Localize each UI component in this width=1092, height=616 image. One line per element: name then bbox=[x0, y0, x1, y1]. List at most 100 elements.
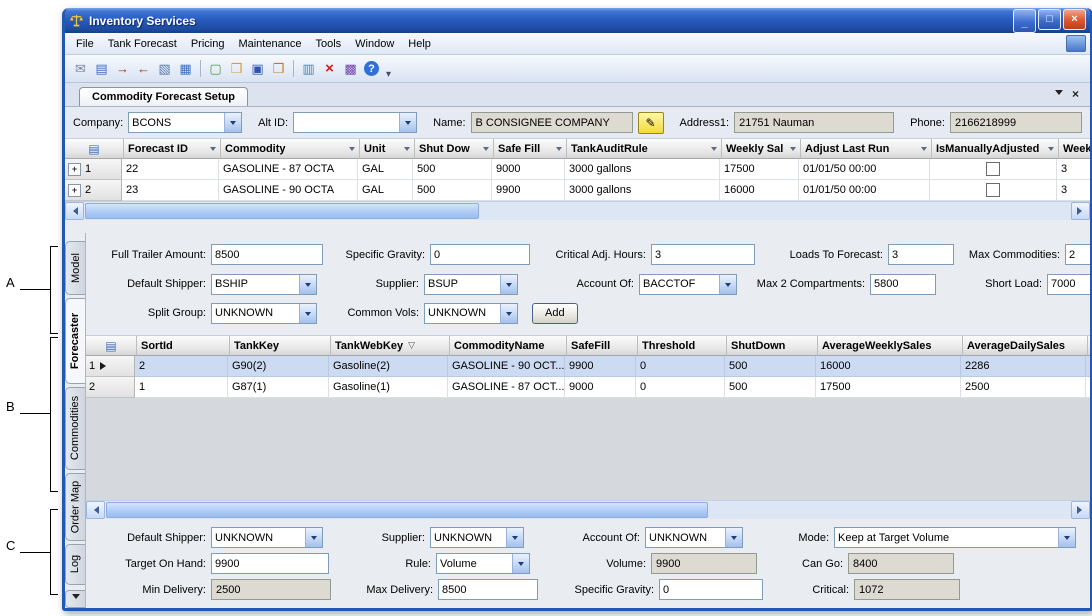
dropdown-icon[interactable] bbox=[1058, 528, 1075, 547]
column-header-weekly-sales[interactable]: Weekly Sal bbox=[722, 139, 801, 159]
dropdown-icon[interactable] bbox=[506, 528, 523, 547]
tab-commodity-forecast-setup[interactable]: Commodity Forecast Setup bbox=[79, 87, 248, 106]
column-header-specific-gravity[interactable]: SpecificGravity bbox=[1088, 336, 1090, 356]
alt-id-dropdown-icon[interactable] bbox=[399, 113, 416, 132]
column-header-shut-down[interactable]: ShutDown bbox=[727, 336, 818, 356]
column-header-average-daily-sales[interactable]: AverageDailySales bbox=[963, 336, 1088, 356]
account-of-combobox[interactable] bbox=[639, 274, 737, 295]
grid-cell[interactable]: 22 bbox=[122, 159, 219, 180]
grid-cell[interactable]: GASOLINE - 87 OCTA bbox=[219, 159, 358, 180]
row-header[interactable]: + 2 bbox=[65, 180, 122, 201]
supplier-combobox[interactable] bbox=[424, 274, 518, 295]
company-input[interactable] bbox=[129, 113, 224, 132]
column-header-adjust-last-run[interactable]: Adjust Last Run bbox=[801, 139, 932, 159]
row-header[interactable]: 2 bbox=[86, 377, 135, 398]
new-document-icon[interactable]: ▢ bbox=[206, 59, 225, 78]
grid-cell[interactable]: 9900 bbox=[565, 356, 636, 377]
grid-cell[interactable]: 500 bbox=[725, 377, 816, 398]
grid-cell[interactable]: GASOLINE - 87 OCT... bbox=[448, 377, 565, 398]
grid-cell[interactable]: 1 bbox=[135, 377, 228, 398]
edit-grid-icon[interactable]: ▩ bbox=[341, 59, 360, 78]
common-vols-input[interactable] bbox=[425, 304, 500, 323]
dropdown-icon[interactable] bbox=[305, 528, 322, 547]
column-header-sort-id[interactable]: SortId bbox=[137, 336, 230, 356]
supplier-input[interactable] bbox=[425, 275, 500, 294]
side-tab-forecaster[interactable]: Forecaster bbox=[65, 298, 85, 383]
table-icon[interactable]: ▦ bbox=[176, 59, 195, 78]
side-tab-order-map[interactable]: Order Map bbox=[65, 473, 85, 541]
grid-cell[interactable]: 500 bbox=[413, 180, 492, 201]
dropdown-icon[interactable] bbox=[512, 554, 529, 573]
grid-cell[interactable]: 500 bbox=[725, 356, 816, 377]
rule-input[interactable] bbox=[437, 554, 512, 573]
report-icon[interactable]: ▤ bbox=[92, 59, 111, 78]
grid-cell[interactable]: 3000 gallons bbox=[565, 159, 720, 180]
grid-cell[interactable]: GAL bbox=[358, 159, 413, 180]
title-bar[interactable]: Inventory Services _ □ × bbox=[65, 8, 1090, 33]
tank-specific-gravity-input[interactable] bbox=[659, 579, 763, 600]
scroll-right-icon[interactable] bbox=[1071, 202, 1090, 220]
help-icon[interactable]: ? bbox=[364, 61, 379, 76]
grid-cell[interactable]: G87(1) bbox=[228, 377, 329, 398]
column-header-average-weekly-sales[interactable]: AverageWeeklySales bbox=[818, 336, 963, 356]
common-vols-combobox[interactable] bbox=[424, 303, 518, 324]
max-commodities-input[interactable] bbox=[1065, 244, 1092, 265]
scrollbar-thumb[interactable] bbox=[85, 203, 479, 219]
grid-cell[interactable]: GAL bbox=[358, 180, 413, 201]
grid-cell[interactable]: 2286 bbox=[961, 356, 1086, 377]
tank-account-of-input[interactable] bbox=[646, 528, 725, 547]
export-folder-icon[interactable]: ❒ bbox=[269, 59, 288, 78]
menu-maintenance[interactable]: Maintenance bbox=[231, 35, 308, 53]
grid-cell[interactable]: Gasoline(2) bbox=[329, 356, 448, 377]
field-chooser-button[interactable]: ▤ bbox=[86, 336, 137, 356]
grid-cell[interactable]: 17500 bbox=[720, 159, 799, 180]
dropdown-icon[interactable] bbox=[500, 275, 517, 294]
menu-tank-forecast[interactable]: Tank Forecast bbox=[101, 35, 184, 53]
maximize-button[interactable]: □ bbox=[1038, 9, 1061, 30]
column-header-safe-fill[interactable]: SafeFill bbox=[567, 336, 638, 356]
grid-cell[interactable]: 2500 bbox=[961, 377, 1086, 398]
forecast-grid-hscrollbar[interactable] bbox=[65, 201, 1090, 220]
grid-cell[interactable] bbox=[930, 159, 1057, 180]
minimize-button[interactable]: _ bbox=[1013, 9, 1036, 33]
scrollbar-thumb[interactable] bbox=[106, 502, 708, 518]
tank-default-shipper-combobox[interactable] bbox=[211, 527, 323, 548]
column-header-commodity[interactable]: Commodity bbox=[221, 139, 360, 159]
grid-cell[interactable]: 3000 gallons bbox=[565, 180, 720, 201]
row-header[interactable]: 1 bbox=[86, 356, 135, 377]
target-on-hand-input[interactable] bbox=[211, 553, 329, 574]
split-group-input[interactable] bbox=[212, 304, 299, 323]
scroll-right-icon[interactable] bbox=[1071, 501, 1090, 519]
grid-cell[interactable]: 17500 bbox=[816, 377, 961, 398]
column-header-commodity-name[interactable]: CommodityName bbox=[450, 336, 567, 356]
rule-combobox[interactable] bbox=[436, 553, 530, 574]
account-of-input[interactable] bbox=[640, 275, 719, 294]
refresh-grid-icon[interactable]: ▥ bbox=[299, 59, 318, 78]
critical-adj-hours-input[interactable] bbox=[651, 244, 755, 265]
grid-cell[interactable]: 23 bbox=[122, 180, 219, 201]
column-header-tank-audit-rule[interactable]: TankAuditRule bbox=[567, 139, 722, 159]
alt-id-combobox[interactable] bbox=[293, 112, 417, 133]
column-header-unit[interactable]: Unit bbox=[360, 139, 415, 159]
dropdown-icon[interactable] bbox=[299, 304, 316, 323]
mdi-window-icon[interactable] bbox=[1066, 35, 1086, 52]
column-header-is-manually-adjusted[interactable]: IsManuallyAdjusted bbox=[932, 139, 1059, 159]
grid-cell[interactable]: 16000 bbox=[720, 180, 799, 201]
tank-grid-row-selected[interactable]: 1 2 G90(2) Gasoline(2) GASOLINE - 90 OCT… bbox=[86, 356, 1090, 377]
dropdown-icon[interactable] bbox=[299, 275, 316, 294]
column-header-tank-key[interactable]: TankKey bbox=[230, 336, 331, 356]
split-group-combobox[interactable] bbox=[211, 303, 317, 324]
menu-window[interactable]: Window bbox=[348, 35, 401, 53]
grid-cell[interactable]: 0 bbox=[636, 356, 725, 377]
grid-cell[interactable]: GASOLINE - 90 OCT... bbox=[448, 356, 565, 377]
menu-tools[interactable]: Tools bbox=[308, 35, 348, 53]
full-trailer-amount-input[interactable] bbox=[211, 244, 323, 265]
dropdown-icon[interactable] bbox=[725, 528, 742, 547]
forecast-grid-row[interactable]: + 2 23 GASOLINE - 90 OCTA GAL 500 9900 3… bbox=[65, 180, 1090, 201]
default-shipper-input[interactable] bbox=[212, 275, 299, 294]
column-header-tank-web-key[interactable]: TankWebKey▽ bbox=[331, 336, 450, 356]
row-expand-icon[interactable]: + bbox=[68, 184, 81, 197]
column-header-shut-down[interactable]: Shut Dow bbox=[415, 139, 494, 159]
menu-pricing[interactable]: Pricing bbox=[184, 35, 232, 53]
column-header-forecast-id[interactable]: Forecast ID bbox=[124, 139, 221, 159]
